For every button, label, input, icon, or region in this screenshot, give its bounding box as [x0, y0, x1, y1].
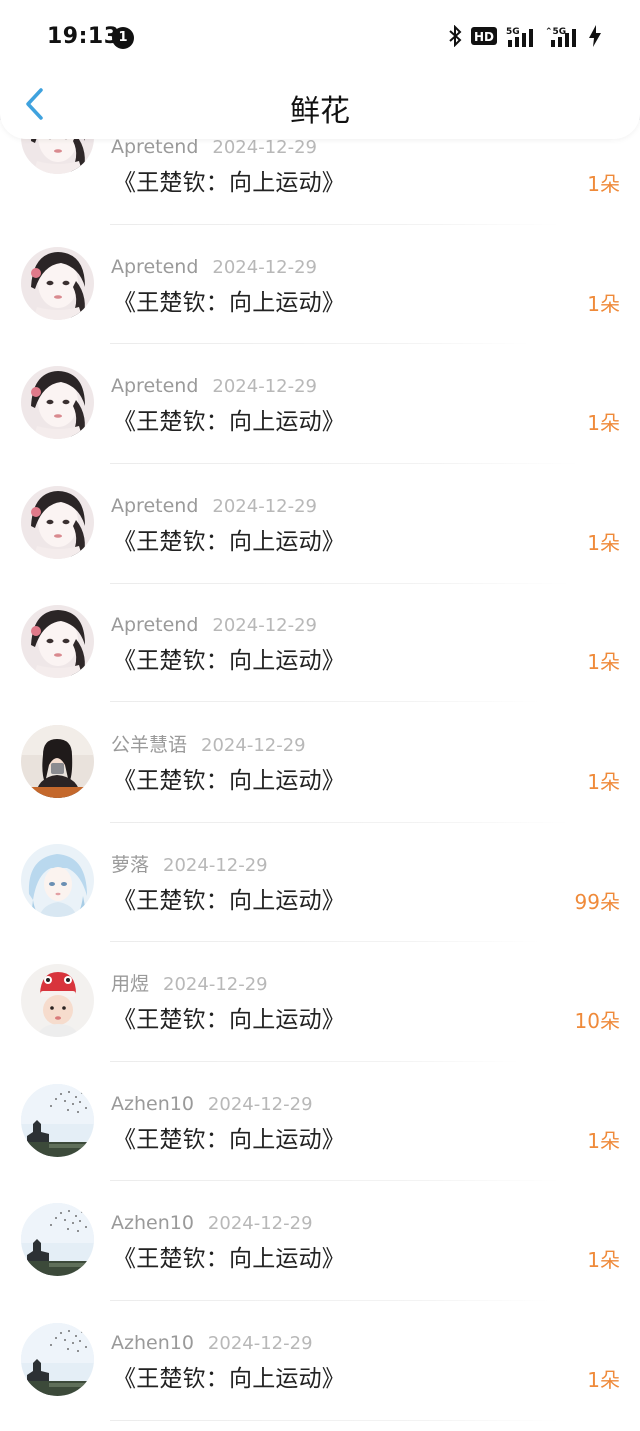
item-meta: 公羊慧语 2024-12-29: [111, 732, 306, 758]
item-title[interactable]: 《王楚钦：向上运动》: [113, 1123, 345, 1157]
list-item[interactable]: 公羊慧语 2024-12-29 《王楚钦：向上运动》 1朵: [0, 718, 640, 838]
flower-count: 1朵: [587, 172, 620, 196]
signal-5g-icon: ⌃5G: [545, 25, 579, 51]
hd-voice-icon: HD: [471, 27, 497, 49]
list-item[interactable]: Azhen10 2024-12-29 《王楚钦：向上运动》 1朵: [0, 1196, 640, 1316]
date: 2024-12-29: [163, 974, 268, 995]
item-title[interactable]: 《王楚钦：向上运动》: [113, 1362, 345, 1396]
item-title[interactable]: 《王楚钦：向上运动》: [113, 405, 345, 439]
flower-count: 1朵: [587, 650, 620, 674]
divider: [110, 822, 570, 823]
date: 2024-12-29: [212, 257, 317, 278]
item-meta: 用煜 2024-12-29: [111, 971, 268, 997]
svg-text:⌃5G: ⌃5G: [545, 27, 566, 37]
flower-count: 99朵: [574, 890, 620, 914]
item-meta: Azhen10 2024-12-29: [111, 1091, 313, 1117]
username[interactable]: 公羊慧语: [111, 734, 187, 756]
date: 2024-12-29: [163, 855, 268, 876]
item-meta: 萝落 2024-12-29: [111, 852, 268, 878]
item-title[interactable]: 《王楚钦：向上运动》: [113, 525, 345, 559]
status-time: 19:13: [47, 24, 120, 49]
divider: [110, 224, 560, 225]
avatar[interactable]: [21, 1323, 94, 1396]
avatar[interactable]: [21, 1084, 94, 1157]
item-title[interactable]: 《王楚钦：向上运动》: [113, 166, 345, 200]
bluetooth-icon: [448, 24, 462, 51]
username[interactable]: Apretend: [111, 495, 198, 517]
flower-count: 1朵: [587, 1368, 620, 1392]
page-title: 鲜花: [290, 94, 350, 129]
list-item[interactable]: 用煜 2024-12-29 《王楚钦：向上运动》 10朵: [0, 957, 640, 1077]
item-meta: Apretend 2024-12-29: [111, 254, 317, 280]
status-icons: HD 5G ⌃5G: [448, 24, 602, 51]
item-title[interactable]: 《王楚钦：向上运动》: [113, 644, 345, 678]
app-header: 19:13 1 HD 5G ⌃5G 鲜花: [0, 0, 640, 139]
flower-list[interactable]: Apretend 2024-12-29 《王楚钦：向上运动》 1朵 Apreten…: [0, 120, 640, 1431]
item-title[interactable]: 《王楚钦：向上运动》: [113, 884, 345, 918]
date: 2024-12-29: [212, 615, 317, 636]
item-title[interactable]: 《王楚钦：向上运动》: [113, 764, 345, 798]
date: 2024-12-29: [207, 1333, 313, 1354]
username[interactable]: Azhen10: [111, 1093, 194, 1115]
avatar[interactable]: [21, 725, 94, 798]
item-title[interactable]: 《王楚钦：向上运动》: [113, 1242, 345, 1276]
username[interactable]: Azhen10: [111, 1212, 194, 1234]
flower-count: 1朵: [587, 292, 620, 316]
avatar[interactable]: [21, 247, 94, 320]
flower-count: 1朵: [587, 1129, 620, 1153]
flower-count: 10朵: [574, 1009, 620, 1033]
date: 2024-12-29: [212, 496, 317, 517]
divider: [110, 1420, 560, 1421]
date: 2024-12-29: [212, 137, 317, 158]
item-meta: Azhen10 2024-12-29: [111, 1210, 313, 1236]
list-item[interactable]: Apretend 2024-12-29 《王楚钦：向上运动》 1朵: [0, 359, 640, 479]
list-item[interactable]: 萝落 2024-12-29 《王楚钦：向上运动》 99朵: [0, 838, 640, 958]
divider: [110, 1180, 560, 1181]
avatar[interactable]: [21, 486, 94, 559]
list-item[interactable]: Azhen10 2024-12-29 《王楚钦：向上运动》 1朵: [0, 1077, 640, 1197]
divider: [110, 1061, 520, 1062]
charging-icon: [588, 25, 602, 51]
list-item[interactable]: Apretend 2024-12-29 《王楚钦：向上运动》 1朵: [0, 479, 640, 599]
item-meta: Azhen10 2024-12-29: [111, 1330, 313, 1356]
avatar[interactable]: [21, 366, 94, 439]
flower-count: 1朵: [587, 531, 620, 555]
list-item[interactable]: Azhen10 2024-12-29 《王楚钦：向上运动》 1朵: [0, 1316, 640, 1431]
username[interactable]: 用煜: [111, 973, 149, 995]
divider: [110, 463, 580, 464]
avatar[interactable]: [21, 964, 94, 1037]
divider: [110, 583, 570, 584]
date: 2024-12-29: [207, 1213, 313, 1234]
divider: [110, 701, 540, 702]
avatar[interactable]: [21, 844, 94, 917]
date: 2024-12-29: [207, 1094, 313, 1115]
username[interactable]: Apretend: [111, 256, 198, 278]
divider: [110, 941, 540, 942]
notification-badge: 1: [112, 27, 134, 49]
list-item[interactable]: Apretend 2024-12-29 《王楚钦：向上运动》 1朵: [0, 240, 640, 360]
item-meta: Apretend 2024-12-29: [111, 373, 317, 399]
avatar[interactable]: [21, 605, 94, 678]
username[interactable]: Apretend: [111, 375, 198, 397]
date: 2024-12-29: [212, 376, 317, 397]
signal-5g-icon: 5G: [506, 25, 536, 51]
flower-count: 1朵: [587, 411, 620, 435]
username[interactable]: 萝落: [111, 854, 149, 876]
item-title[interactable]: 《王楚钦：向上运动》: [113, 286, 345, 320]
flower-count: 1朵: [587, 1248, 620, 1272]
svg-text:HD: HD: [474, 30, 494, 44]
flower-count: 1朵: [587, 770, 620, 794]
username[interactable]: Apretend: [111, 614, 198, 636]
list-item[interactable]: Apretend 2024-12-29 《王楚钦：向上运动》 1朵: [0, 598, 640, 718]
item-meta: Apretend 2024-12-29: [111, 612, 317, 638]
username[interactable]: Azhen10: [111, 1332, 194, 1354]
item-title[interactable]: 《王楚钦：向上运动》: [113, 1003, 345, 1037]
avatar[interactable]: [21, 1203, 94, 1276]
svg-text:5G: 5G: [506, 27, 520, 37]
divider: [110, 343, 530, 344]
date: 2024-12-29: [201, 735, 306, 756]
username[interactable]: Apretend: [111, 136, 198, 158]
divider: [110, 1300, 550, 1301]
item-meta: Apretend 2024-12-29: [111, 493, 317, 519]
